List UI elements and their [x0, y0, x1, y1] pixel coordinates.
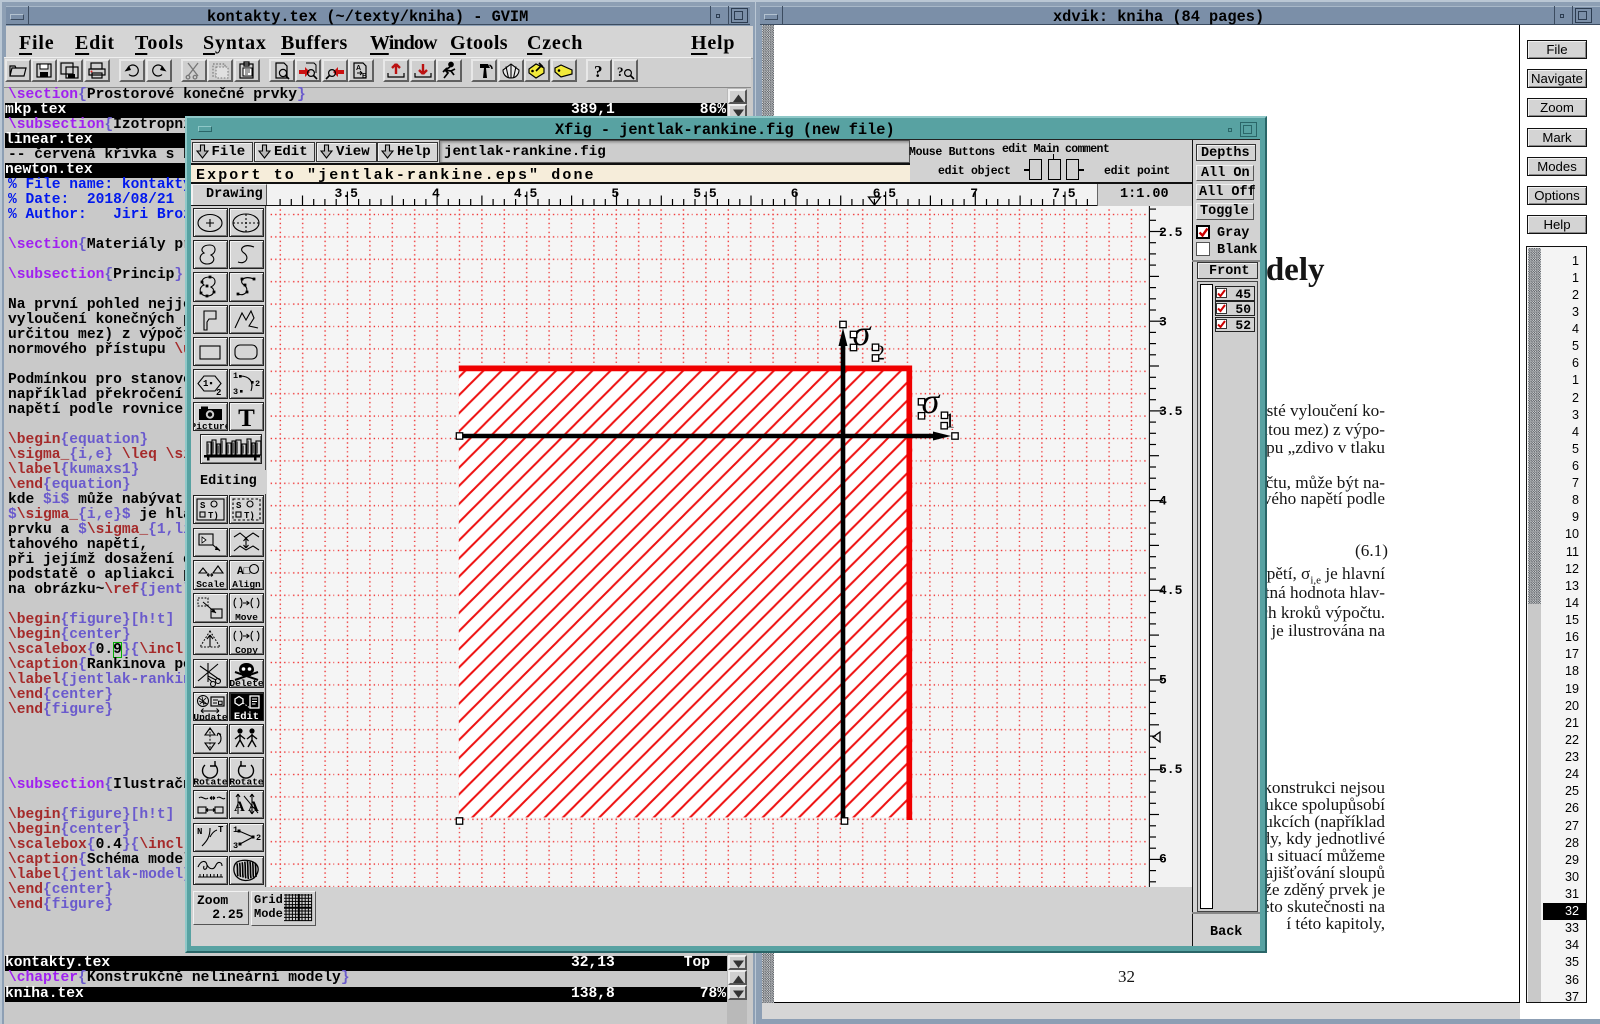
svg-text:3: 3 — [1159, 315, 1167, 330]
svg-text:Move: Move — [235, 612, 258, 622]
svg-text:7: 7 — [970, 186, 978, 201]
svg-text:3.5: 3.5 — [334, 186, 358, 201]
svg-text:N: N — [197, 827, 202, 837]
svg-text:6: 6 — [790, 186, 798, 201]
svg-text:4: 4 — [431, 186, 439, 201]
svg-text:3: 3 — [233, 387, 238, 397]
svg-text:4.5: 4.5 — [513, 186, 537, 201]
svg-text:Edit: Edit — [234, 711, 259, 721]
svg-text:T): T) — [244, 511, 255, 521]
svg-text:Scale: Scale — [196, 579, 225, 589]
svg-text:5: 5 — [1159, 673, 1167, 688]
svg-text:Copy: Copy — [235, 645, 258, 655]
svg-text:1▪: 1▪ — [203, 379, 214, 389]
svg-text:Rotate: Rotate — [194, 777, 227, 786]
svg-text:A□: A□ — [237, 566, 251, 578]
svg-text:2: 2 — [216, 388, 221, 398]
svg-text:5.5: 5.5 — [1159, 762, 1183, 777]
svg-text:3.5: 3.5 — [1159, 404, 1183, 419]
svg-text:5: 5 — [611, 186, 619, 201]
svg-text:Align: Align — [233, 579, 262, 589]
svg-text:6: 6 — [1159, 852, 1167, 867]
svg-text:T: T — [238, 405, 255, 431]
svg-text:2: 2 — [256, 833, 261, 843]
svg-text:A: A — [234, 799, 245, 815]
svg-text:S: S — [200, 501, 206, 511]
svg-text:S: S — [236, 501, 242, 511]
svg-text:2.5: 2.5 — [1159, 225, 1183, 240]
svg-text:6.5: 6.5 — [872, 186, 896, 201]
svg-text:4: 4 — [1159, 494, 1167, 509]
svg-text:T: T — [218, 825, 224, 835]
svg-text:1: 1 — [233, 825, 238, 835]
svg-text:1: 1 — [233, 371, 238, 381]
svg-text:3: 3 — [233, 841, 238, 851]
svg-text:?: ? — [617, 64, 624, 79]
svg-text:Picture: Picture — [194, 421, 227, 431]
svg-text:?: ? — [594, 62, 603, 80]
svg-text:4.5: 4.5 — [1159, 583, 1183, 598]
svg-text:Delete: Delete — [230, 678, 263, 688]
svg-text:Update: Update — [194, 712, 227, 721]
svg-text:Rotate: Rotate — [230, 777, 263, 786]
svg-text:B: B — [362, 73, 367, 80]
svg-text:7.5: 7.5 — [1052, 186, 1076, 201]
svg-text:2: 2 — [255, 379, 260, 389]
svg-text:5.5: 5.5 — [693, 186, 717, 201]
svg-text:T): T) — [208, 511, 219, 521]
